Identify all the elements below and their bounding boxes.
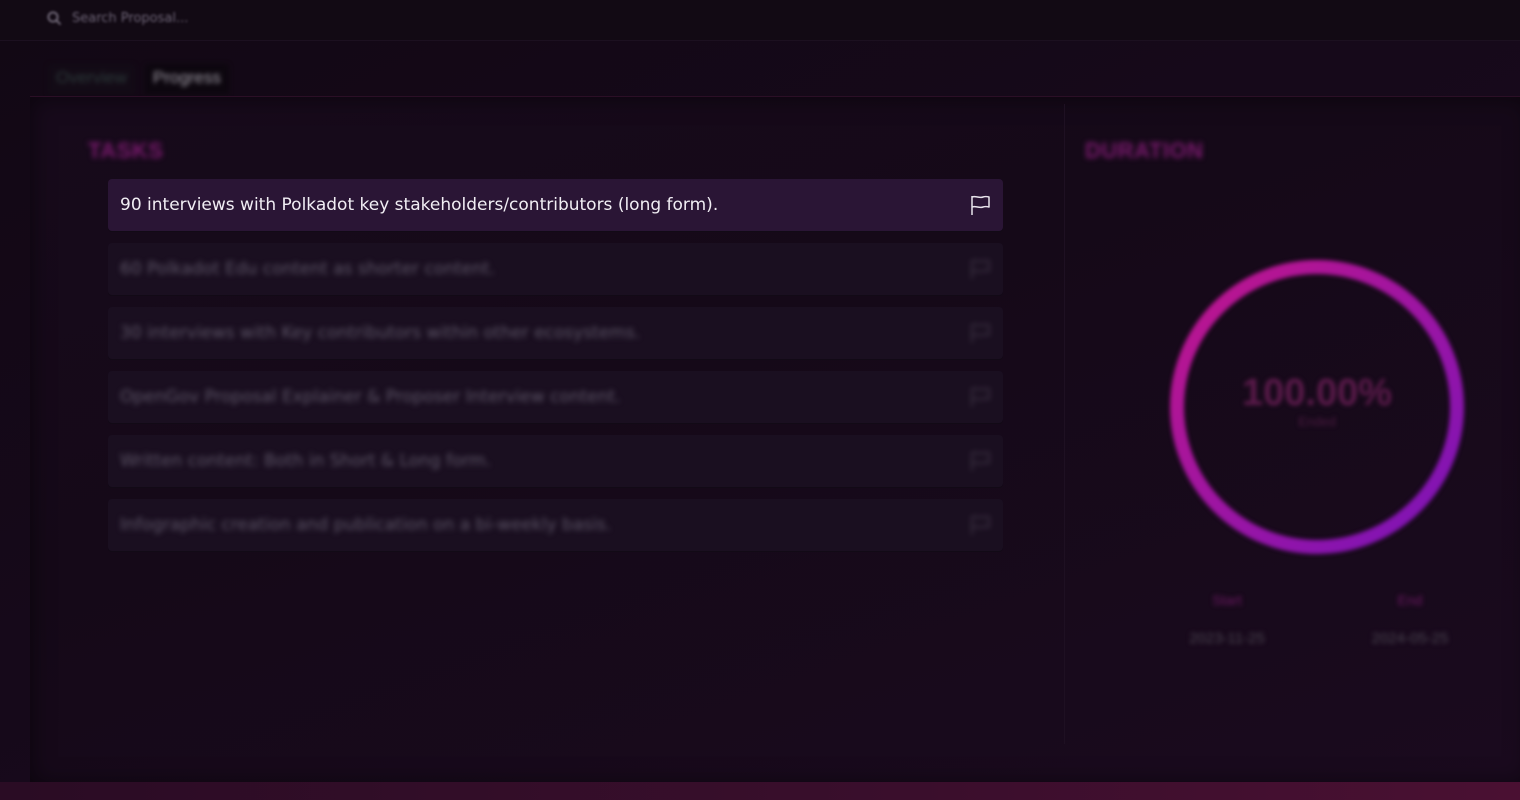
task-text: 90 interviews with Polkadot key stakehol… — [120, 195, 719, 215]
page: Overview Progress TASKS 90 interviews wi… — [0, 0, 1520, 800]
duration-heading: DURATION — [1085, 138, 1204, 163]
task-text: OpenGov Proposal Explainer & Proposer In… — [120, 387, 621, 407]
duration-progress-ring: 100.00% Ended — [1166, 256, 1468, 558]
end-label: End — [1397, 592, 1423, 608]
flag-icon[interactable] — [969, 258, 991, 280]
task-item[interactable]: OpenGov Proposal Explainer & Proposer In… — [108, 371, 1003, 423]
top-bar — [0, 0, 1520, 41]
tab-progress[interactable]: Progress — [144, 64, 229, 94]
start-label: Start — [1212, 592, 1242, 608]
flag-icon[interactable] — [969, 194, 991, 216]
task-item[interactable]: 30 interviews with Key contributors with… — [108, 307, 1003, 359]
duration-percent: 100.00% — [1241, 372, 1392, 414]
column-divider — [1064, 104, 1065, 744]
start-date: 2023-11-25 — [1189, 630, 1265, 647]
task-item[interactable]: Infographic creation and publication on … — [108, 499, 1003, 551]
task-text: Written content: Both in Short & Long fo… — [120, 451, 492, 471]
flag-icon[interactable] — [969, 386, 991, 408]
flag-icon[interactable] — [969, 322, 991, 344]
duration-status: Ended — [1298, 414, 1336, 429]
task-text: 30 interviews with Key contributors with… — [120, 323, 641, 343]
task-list: 90 interviews with Polkadot key stakehol… — [108, 179, 1003, 563]
search-input[interactable] — [70, 9, 274, 27]
end-date-group: End 2024-05-25 — [1350, 592, 1470, 647]
task-item[interactable]: Written content: Both in Short & Long fo… — [108, 435, 1003, 487]
tab-overview[interactable]: Overview — [48, 64, 135, 94]
tasks-heading: TASKS — [88, 138, 164, 163]
flag-icon[interactable] — [969, 450, 991, 472]
tab-bar: Overview Progress — [48, 64, 229, 94]
flag-icon[interactable] — [969, 514, 991, 536]
start-date-group: Start 2023-11-25 — [1167, 592, 1287, 647]
task-item[interactable]: 60 Polkadot Edu content as shorter conte… — [108, 243, 1003, 295]
task-text: 60 Polkadot Edu content as shorter conte… — [120, 259, 495, 279]
search-icon — [47, 11, 61, 25]
task-text: Infographic creation and publication on … — [120, 515, 612, 535]
end-date: 2024-05-25 — [1371, 630, 1449, 647]
search-box[interactable] — [46, 6, 274, 30]
task-item[interactable]: 90 interviews with Polkadot key stakehol… — [108, 179, 1003, 231]
